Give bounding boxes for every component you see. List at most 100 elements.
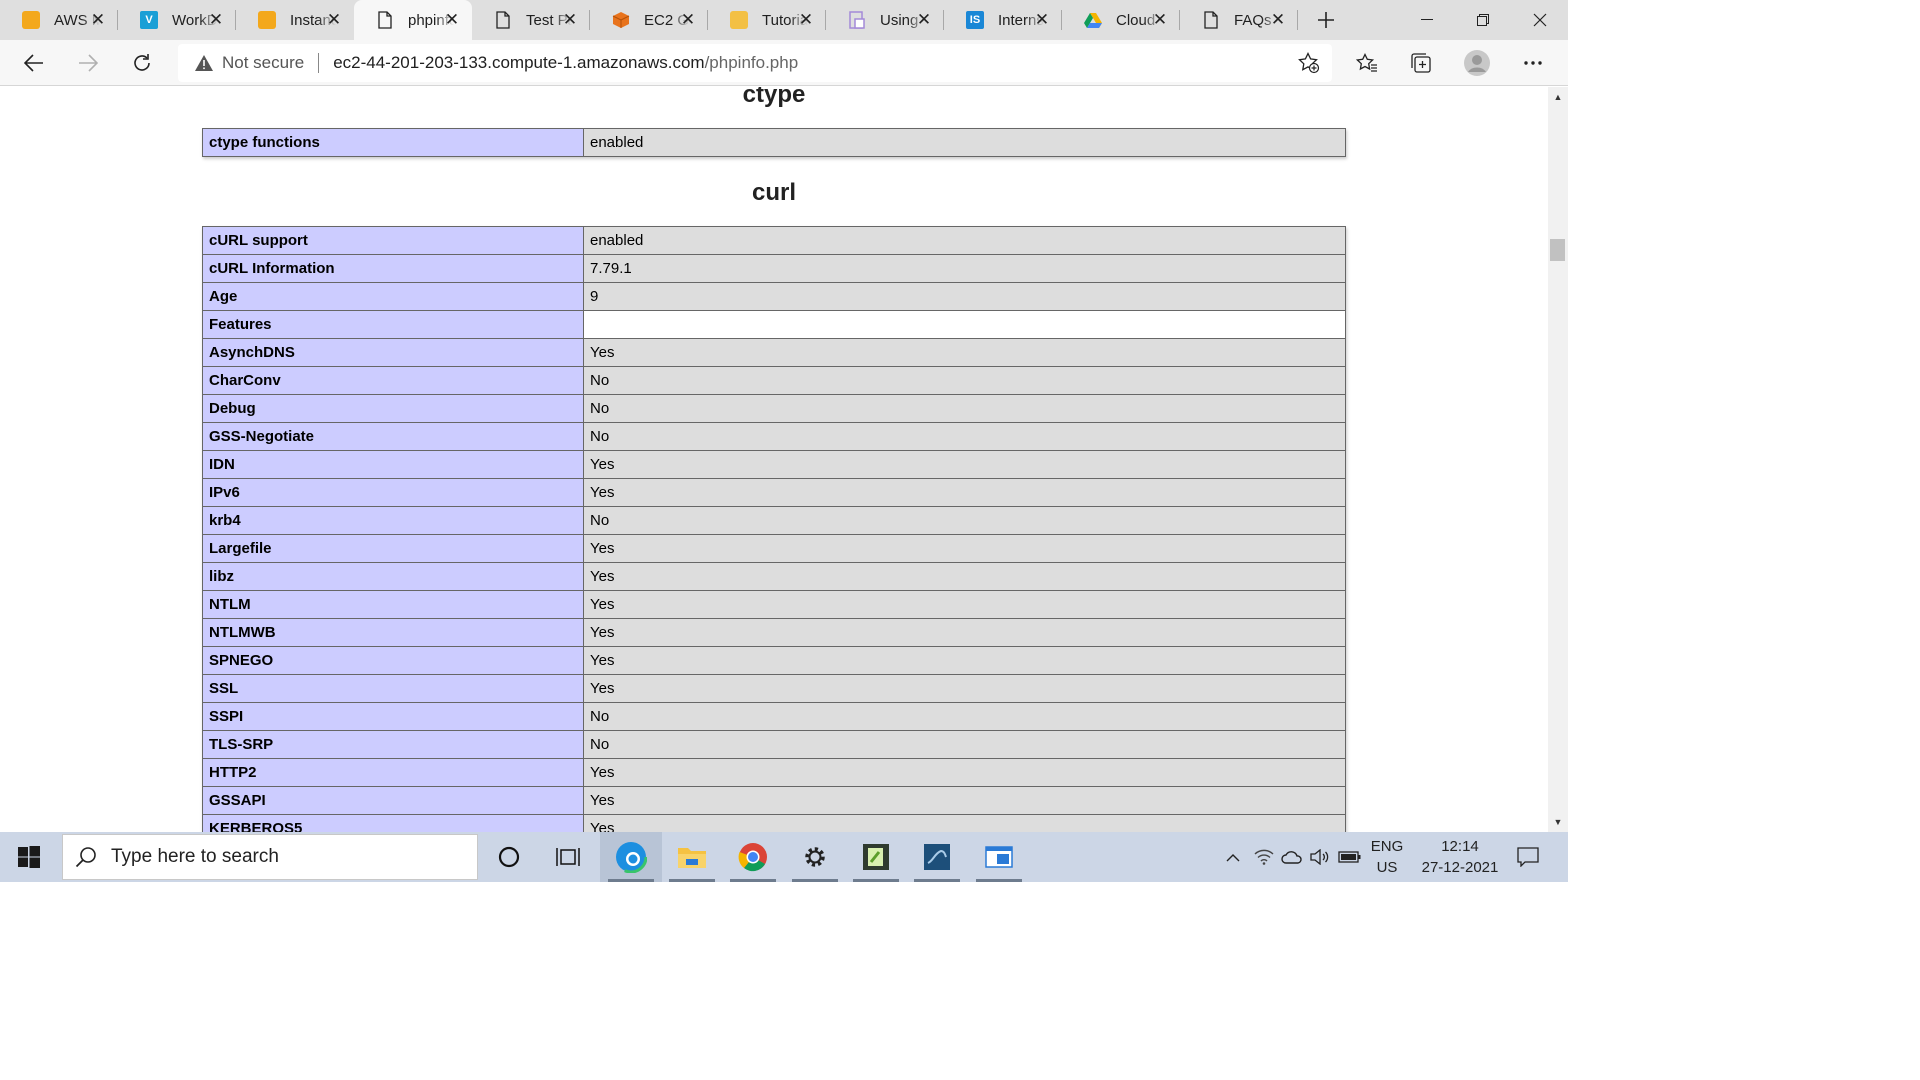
browser-tab[interactable]: Tutorial ✕ xyxy=(708,0,826,40)
setting-name: IPv6 xyxy=(202,478,584,507)
setting-value: Yes xyxy=(583,478,1346,507)
setting-name: Largefile xyxy=(202,534,584,563)
edge-taskbar-button[interactable] xyxy=(600,832,662,882)
favorites-button[interactable] xyxy=(1350,46,1384,80)
profile-button[interactable] xyxy=(1460,46,1494,80)
table-row: GSS-Negotiate No xyxy=(202,422,1346,451)
star-add-icon xyxy=(1298,52,1320,74)
favorites-icon xyxy=(1356,53,1377,72)
forward-button[interactable] xyxy=(71,46,105,80)
collections-button[interactable] xyxy=(1404,46,1438,80)
close-tab-icon[interactable]: ✕ xyxy=(678,10,698,30)
table-row: Largefile Yes xyxy=(202,534,1346,563)
volume-button[interactable] xyxy=(1308,832,1332,882)
setting-value: Yes xyxy=(583,674,1346,703)
section-title-curl: curl xyxy=(751,179,796,206)
browser-tab[interactable]: phpinfo()✕ xyxy=(354,0,472,40)
mysql-workbench-icon xyxy=(924,844,950,870)
browser-tab[interactable]: Using ✕ xyxy=(826,0,944,40)
collections-icon xyxy=(1411,53,1431,73)
settings-more-button[interactable] xyxy=(1516,46,1550,80)
browser-tab[interactable]: ISInternshala✕ xyxy=(944,0,1062,40)
close-window-button[interactable] xyxy=(1512,0,1568,40)
setting-value: No xyxy=(583,366,1346,395)
region-text: US xyxy=(1376,859,1398,876)
scroll-up-arrow-icon[interactable]: ▲ xyxy=(1548,89,1568,105)
restore-button[interactable] xyxy=(1455,0,1511,40)
table-row: IPv6 Yes xyxy=(202,478,1346,507)
cortana-button[interactable] xyxy=(478,832,540,882)
mysql-workbench-button[interactable] xyxy=(906,832,968,882)
taskbar-search-input[interactable]: Type here to search xyxy=(62,834,478,880)
clock[interactable]: 12:14 27-12-2021 xyxy=(1412,832,1508,882)
wifi-icon xyxy=(1254,849,1274,865)
setting-name: Features xyxy=(202,310,584,339)
arrow-left-icon xyxy=(24,54,43,72)
setting-name: KERBEROS5 xyxy=(202,814,584,832)
vertical-scrollbar[interactable]: ▲ ▼ xyxy=(1548,87,1568,832)
settings-taskbar-button[interactable] xyxy=(784,832,846,882)
notepad-plus-icon xyxy=(863,844,889,870)
refresh-button[interactable] xyxy=(125,46,159,80)
running-indicator xyxy=(914,879,960,882)
back-button[interactable] xyxy=(17,46,51,80)
close-tab-icon[interactable]: ✕ xyxy=(206,10,226,30)
setting-name: Debug xyxy=(202,394,584,423)
table-row: Features xyxy=(202,310,1346,339)
close-tab-icon[interactable]: ✕ xyxy=(324,10,344,30)
page-icon xyxy=(1202,11,1220,29)
scroll-down-arrow-icon[interactable]: ▼ xyxy=(1548,814,1568,830)
browser-tab[interactable]: Cloud ✕ xyxy=(1062,0,1180,40)
close-tab-icon[interactable]: ✕ xyxy=(1032,10,1052,30)
notepad-plus-button[interactable] xyxy=(845,832,907,882)
browser-tab[interactable]: FAQs ✕ xyxy=(1180,0,1298,40)
warning-icon[interactable] xyxy=(194,53,214,73)
windows-taskbar: Type here to search ENG US 12:14 27-12-2… xyxy=(0,832,1568,882)
close-tab-icon[interactable]: ✕ xyxy=(1150,10,1170,30)
language-indicator[interactable]: ENG US xyxy=(1366,832,1408,882)
close-tab-icon[interactable]: ✕ xyxy=(914,10,934,30)
app-window-button[interactable] xyxy=(968,832,1030,882)
task-view-button[interactable] xyxy=(537,832,599,882)
setting-name: cURL Information xyxy=(202,254,584,283)
browser-tab[interactable]: Instances✕ xyxy=(236,0,354,40)
start-button[interactable] xyxy=(0,832,58,882)
browser-tab[interactable]: Test Page✕ xyxy=(472,0,590,40)
language-text: ENG xyxy=(1370,838,1404,855)
minimize-button[interactable] xyxy=(1399,0,1455,40)
close-tab-icon[interactable]: ✕ xyxy=(560,10,580,30)
cloud-icon xyxy=(1281,851,1302,864)
browser-tab[interactable]: VWorkDocs✕ xyxy=(118,0,236,40)
setting-value: enabled xyxy=(583,128,1346,157)
new-tab-button[interactable] xyxy=(1306,0,1346,40)
address-bar[interactable]: Not secure ec2-44-201-203-133.compute-1.… xyxy=(178,44,1332,82)
table-row: libz Yes xyxy=(202,562,1346,591)
add-favorite-button[interactable] xyxy=(1298,52,1320,79)
setting-name: ctype functions xyxy=(202,128,584,157)
doc-purple-icon xyxy=(848,11,866,29)
show-hidden-icons-button[interactable] xyxy=(1220,832,1246,882)
setting-value: No xyxy=(583,422,1346,451)
table-row: SPNEGO Yes xyxy=(202,646,1346,675)
url-text[interactable]: ec2-44-201-203-133.compute-1.amazonaws.c… xyxy=(333,53,798,73)
action-center-button[interactable] xyxy=(1508,832,1548,882)
close-tab-icon[interactable]: ✕ xyxy=(442,10,462,30)
battery-button[interactable] xyxy=(1336,832,1364,882)
file-explorer-button[interactable] xyxy=(661,832,723,882)
page-icon xyxy=(376,11,394,29)
network-status-button[interactable] xyxy=(1252,832,1276,882)
chrome-button[interactable] xyxy=(722,832,784,882)
table-row: GSSAPI Yes xyxy=(202,786,1346,815)
app-window-icon xyxy=(985,846,1013,868)
close-tab-icon[interactable]: ✕ xyxy=(796,10,816,30)
onedrive-button[interactable] xyxy=(1280,832,1304,882)
scroll-thumb[interactable] xyxy=(1550,239,1565,261)
browser-tab[interactable]: AWS Management Console✕ xyxy=(0,0,118,40)
table-row: cURL support enabled xyxy=(202,226,1346,255)
url-path: /phpinfo.php xyxy=(704,53,799,72)
setting-name: IDN xyxy=(202,450,584,479)
close-tab-icon[interactable]: ✕ xyxy=(88,10,108,30)
close-tab-icon[interactable]: ✕ xyxy=(1268,10,1288,30)
security-status[interactable]: Not secure xyxy=(222,53,304,73)
browser-tab[interactable]: EC2 Getting Started✕ xyxy=(590,0,708,40)
